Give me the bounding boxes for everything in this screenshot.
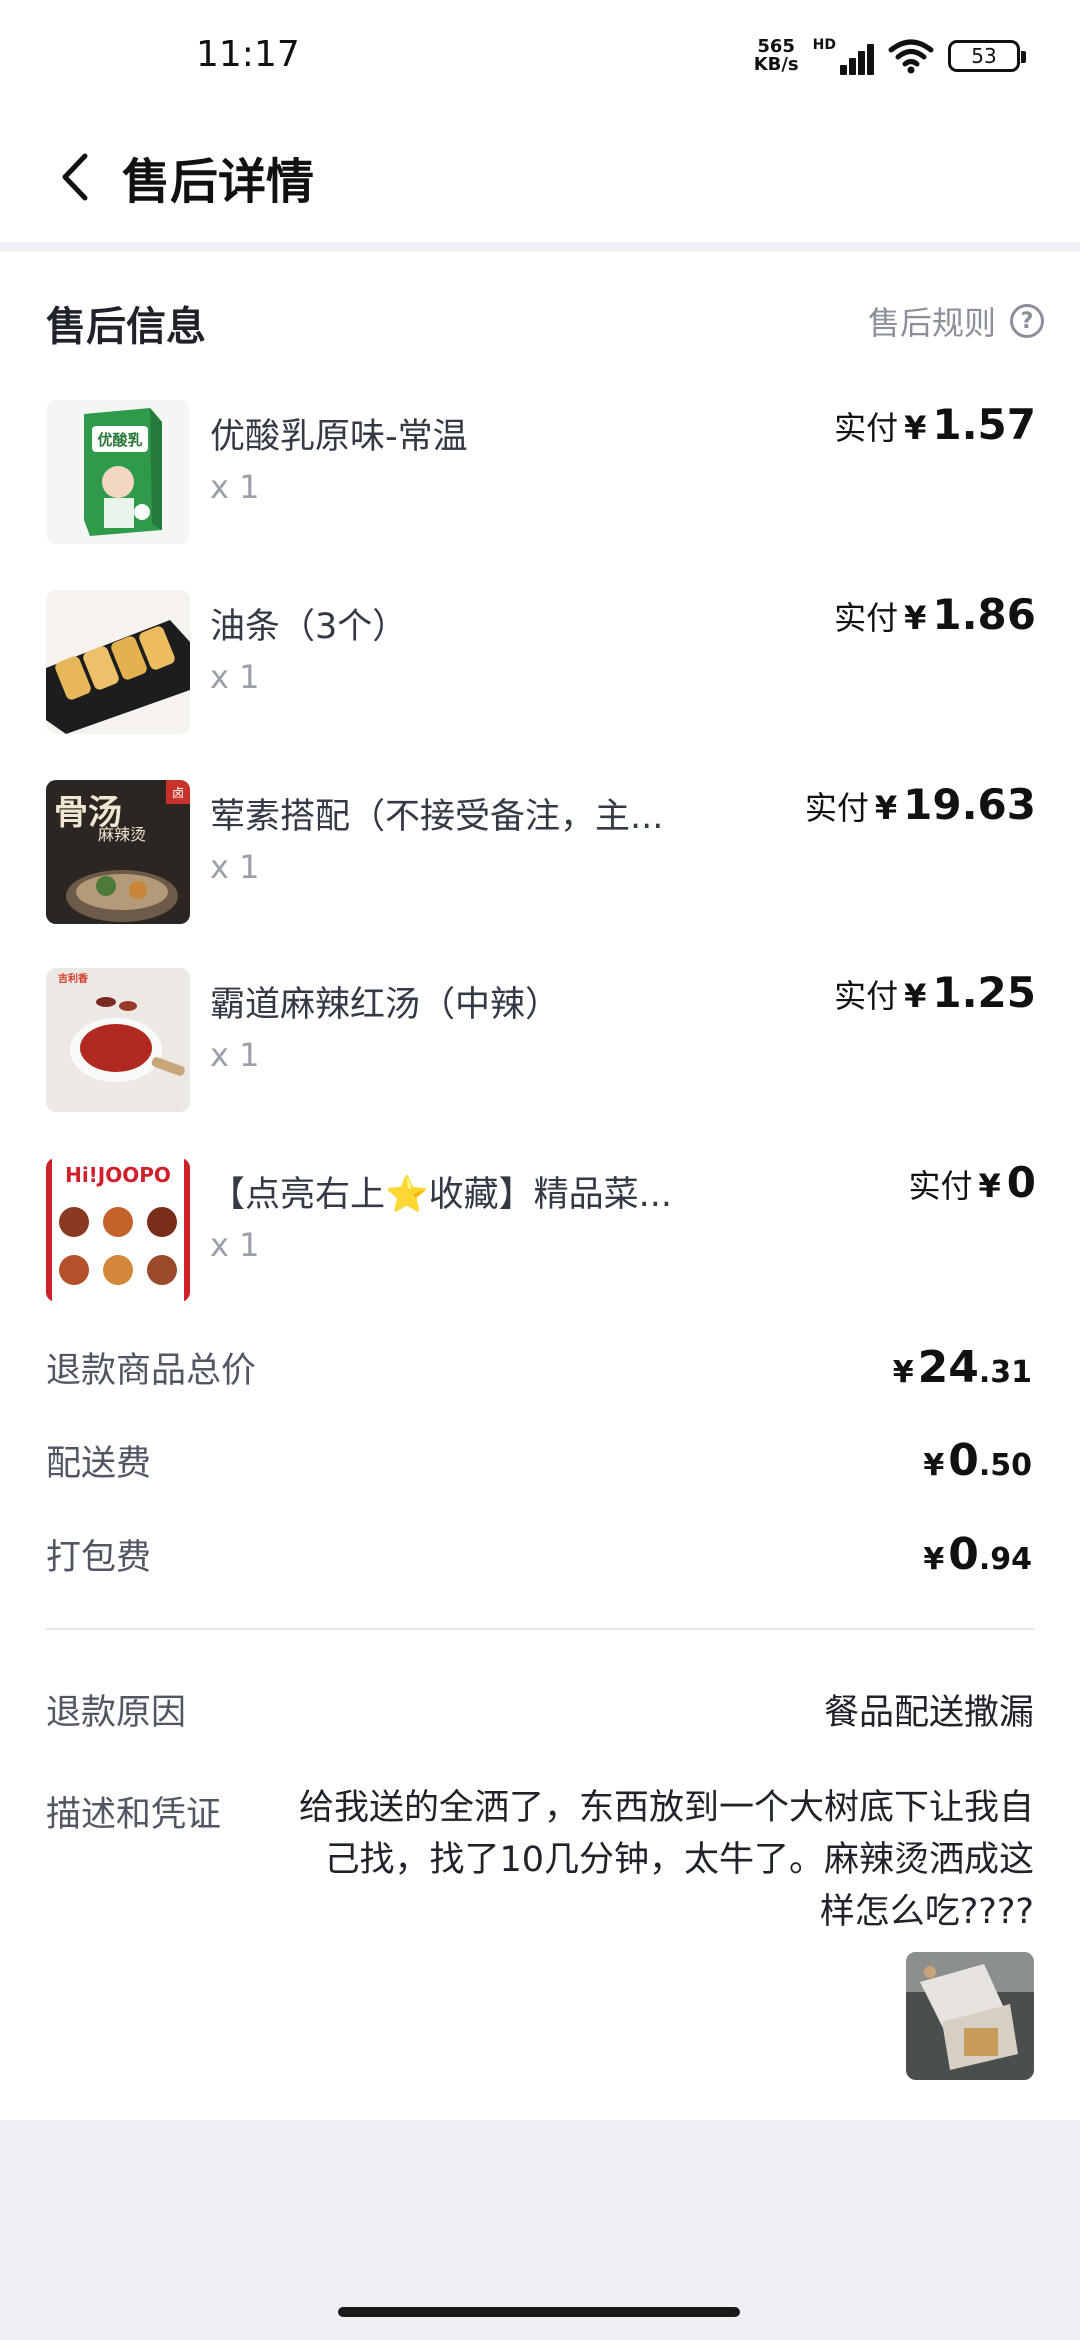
product-image-red-soup: 吉利香: [46, 968, 190, 1112]
description-label: 描述和凭证: [46, 1795, 222, 1835]
product-quantity: x 1: [210, 1226, 260, 1264]
nav-bar: 售后详情: [0, 120, 1080, 242]
paid-amount: 19.63: [903, 780, 1036, 829]
currency-symbol: ¥: [923, 1542, 945, 1577]
paid-label: 实付: [804, 789, 869, 827]
rules-label: 售后规则: [867, 304, 996, 342]
product-quantity: x 1: [210, 848, 260, 886]
description-text: 给我送的全洒了，东西放到一个大树底下让我自己找，找了10几分钟，太牛了。麻辣烫洒…: [298, 1788, 1034, 1932]
home-indicator[interactable]: [338, 2307, 740, 2317]
product-name: 油条（3个）: [210, 607, 408, 647]
product-paid-price: 实付 ¥ 19.63: [805, 780, 1036, 829]
product-paid-price: 实付 ¥ 1.86: [834, 590, 1036, 639]
currency-symbol: ¥: [904, 977, 927, 1015]
hd-label: HD: [812, 37, 836, 53]
paid-label: 实付: [834, 599, 899, 637]
page-title: 售后详情: [122, 154, 315, 210]
product-quantity: x 1: [210, 1036, 260, 1074]
paid-amount: 0: [1006, 1158, 1036, 1207]
cellular-signal-icon: HD: [813, 37, 874, 75]
product-name: 荤素搭配（不接受备注，主...: [210, 797, 664, 837]
product-image-youtiao: [46, 590, 190, 734]
fee-label: 退款商品总价: [46, 1351, 257, 1391]
currency-symbol: ¥: [978, 1167, 1001, 1205]
product-item[interactable]: 油条（3个） x 1 实付 ¥ 1.86: [46, 590, 1036, 740]
product-name: 优酸乳原味-常温: [210, 417, 468, 457]
soup-logo-text: 卤: [172, 786, 184, 800]
network-speed-unit: KB/s: [753, 54, 799, 75]
product-paid-price: 实付 ¥ 1.25: [834, 968, 1036, 1017]
currency-symbol: ¥: [874, 789, 898, 827]
currency-symbol: ¥: [923, 1448, 945, 1483]
paid-amount: 1.57: [932, 400, 1036, 449]
soup-subtitle-text: 麻辣烫: [98, 825, 146, 844]
paid-label: 实付: [834, 977, 899, 1015]
back-button[interactable]: [40, 142, 110, 212]
product-image-combo: 卤 骨汤 麻辣烫: [46, 780, 190, 924]
currency-symbol: ¥: [892, 1355, 914, 1390]
status-time: 11:17: [196, 34, 300, 75]
fee-value: ¥ 24 .31: [893, 1342, 1036, 1393]
red-soup-brand-text: 吉利香: [58, 972, 88, 985]
product-item[interactable]: Hi!JOOPO 【点亮右上⭐收藏】精品菜... x 1 实付 ¥ 0: [46, 1158, 1036, 1308]
packing-fee-row: 打包费 ¥ 0 .94: [46, 1529, 1036, 1589]
divider: [46, 1628, 1034, 1630]
fee-amount-int: 24: [917, 1342, 979, 1393]
refund-total-row: 退款商品总价 ¥ 24 .31: [46, 1342, 1036, 1402]
joopo-brand-text: Hi!JOOPO: [65, 1163, 171, 1187]
product-quantity: x 1: [210, 658, 260, 696]
paid-label: 实付: [834, 409, 899, 447]
delivery-fee-row: 配送费 ¥ 0 .50: [46, 1435, 1036, 1495]
status-icons: 565 KB/s HD 53: [754, 36, 1026, 76]
section-title: 售后信息: [46, 304, 206, 350]
fee-value: ¥ 0 .94: [923, 1529, 1036, 1580]
battery-icon: 53: [948, 40, 1026, 72]
network-speed: 565 KB/s: [754, 38, 799, 74]
refund-reason-value: 餐品配送撒漏: [823, 1693, 1034, 1733]
paid-label: 实付: [908, 1167, 973, 1205]
fee-amount-dec: .31: [978, 1355, 1032, 1390]
paid-amount: 1.25: [932, 968, 1036, 1017]
fee-amount-int: 0: [948, 1435, 979, 1486]
product-name: 【点亮右上⭐收藏】精品菜...: [210, 1175, 672, 1215]
status-bar: 11:17 565 KB/s HD 53: [0, 0, 1080, 120]
fee-value: ¥ 0 .50: [923, 1435, 1036, 1486]
after-sale-rules-link[interactable]: 售后规则 ?: [868, 298, 1044, 344]
fee-label: 配送费: [46, 1444, 152, 1484]
product-item[interactable]: 吉利香 霸道麻辣红汤（中辣） x 1 实付 ¥ 1.25: [46, 968, 1036, 1118]
currency-symbol: ¥: [904, 409, 927, 447]
fee-amount-dec: .94: [978, 1542, 1032, 1577]
product-paid-price: 实付 ¥ 1.57: [834, 400, 1036, 449]
product-item[interactable]: 优酸乳 优酸乳原味-常温 x 1 实付 ¥ 1.57: [46, 400, 1036, 550]
product-name: 霸道麻辣红汤（中辣）: [210, 985, 561, 1025]
fee-amount-int: 0: [948, 1529, 979, 1580]
product-quantity: x 1: [210, 468, 260, 506]
wifi-icon: [888, 39, 934, 74]
product-paid-price: 实付 ¥ 0: [908, 1158, 1036, 1207]
chevron-left-icon: [62, 153, 88, 201]
evidence-photo[interactable]: [906, 1952, 1034, 2080]
currency-symbol: ¥: [904, 599, 927, 637]
product-item[interactable]: 卤 骨汤 麻辣烫 荤素搭配（不接受备注，主... x 1 实付 ¥ 19.63: [46, 780, 1036, 930]
milk-brand-text: 优酸乳: [97, 431, 142, 449]
paid-amount: 1.86: [932, 590, 1036, 639]
fee-label: 打包费: [46, 1538, 152, 1578]
battery-level: 53: [971, 44, 997, 68]
product-image-joopo: Hi!JOOPO: [46, 1158, 190, 1302]
product-image-yogurt: 优酸乳: [46, 400, 190, 544]
fee-amount-dec: .50: [978, 1448, 1032, 1483]
refund-reason-label: 退款原因: [46, 1693, 187, 1733]
help-icon: ?: [1010, 304, 1044, 338]
after-sale-card: 售后信息 售后规则 ? 优酸乳 优酸乳原味-常温 x 1 实付 ¥ 1.57 油…: [0, 252, 1080, 2120]
